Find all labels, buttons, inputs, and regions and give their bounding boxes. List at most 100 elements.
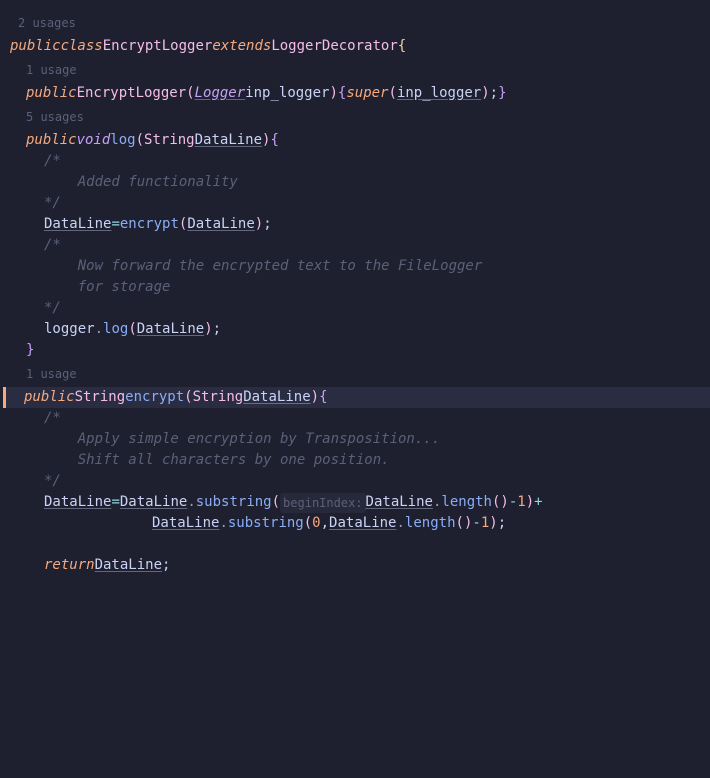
usage-hint: 1 usage	[8, 361, 710, 387]
var: DataLine	[95, 555, 162, 576]
field-ref: logger	[44, 319, 95, 340]
code-line[interactable]: }	[8, 340, 710, 361]
superclass-name: LoggerDecorator	[271, 36, 397, 57]
paren-open: (	[492, 492, 500, 513]
code-line[interactable]: DataLine = encrypt(DataLine);	[8, 214, 710, 235]
brace-close: }	[26, 340, 34, 361]
minus: -	[509, 492, 517, 513]
semicolon: ;	[213, 319, 221, 340]
assign: =	[111, 214, 119, 235]
param-hint: beginIndex:	[280, 493, 365, 513]
keyword-return: return	[44, 555, 95, 576]
paren-close: )	[500, 492, 508, 513]
keyword-public: public	[26, 130, 77, 151]
dot: .	[396, 513, 404, 534]
comment-line: /*	[8, 151, 710, 172]
comma: ,	[321, 513, 329, 534]
code-line[interactable]: public EncryptLogger(Logger inp_logger) …	[8, 83, 710, 104]
method-call: substring	[228, 513, 304, 534]
paren-open: (	[128, 319, 136, 340]
plus: +	[534, 492, 542, 513]
arg: DataLine	[187, 214, 254, 235]
comment-line: /*	[8, 408, 710, 429]
number: 1	[481, 513, 489, 534]
code-line-current[interactable]: public String encrypt(String DataLine) {	[3, 387, 710, 408]
var: DataLine	[152, 513, 219, 534]
number: 0	[312, 513, 320, 534]
semicolon: ;	[263, 214, 271, 235]
paren-close: )	[481, 83, 489, 104]
comment-line: */	[8, 471, 710, 492]
comment-line: /*	[8, 235, 710, 256]
method-call: length	[441, 492, 492, 513]
paren-open: (	[389, 83, 397, 104]
paren-open: (	[179, 214, 187, 235]
minus: -	[472, 513, 480, 534]
dot: .	[219, 513, 227, 534]
paren-open: (	[304, 513, 312, 534]
code-line[interactable]: DataLine.substring(0, DataLine.length() …	[8, 513, 710, 534]
number: 1	[517, 492, 525, 513]
class-name: EncryptLogger	[103, 36, 213, 57]
usage-hint: 5 usages	[8, 104, 710, 130]
blank-line	[8, 534, 710, 555]
brace-open: {	[338, 83, 346, 104]
paren-open: (	[456, 513, 464, 534]
brace-close: }	[498, 83, 506, 104]
comment-line: Added functionality	[8, 172, 710, 193]
paren-open: (	[272, 492, 280, 513]
paren-close: )	[526, 492, 534, 513]
assign: =	[111, 492, 119, 513]
return-type: String	[75, 387, 126, 408]
comment-line: */	[8, 193, 710, 214]
usage-hint: 2 usages	[8, 10, 710, 36]
semicolon: ;	[162, 555, 170, 576]
paren-close: )	[311, 387, 319, 408]
method-call: log	[103, 319, 128, 340]
arg: DataLine	[137, 319, 204, 340]
var: DataLine	[366, 492, 433, 513]
code-line[interactable]: public class EncryptLogger extends Logge…	[8, 36, 710, 57]
var: DataLine	[120, 492, 187, 513]
code-line[interactable]: public void log(String DataLine) {	[8, 130, 710, 151]
method-call: substring	[196, 492, 272, 513]
comment-line: */	[8, 298, 710, 319]
method-name: encrypt	[125, 387, 184, 408]
semicolon: ;	[498, 513, 506, 534]
paren-close: )	[464, 513, 472, 534]
var: DataLine	[329, 513, 396, 534]
dot: .	[95, 319, 103, 340]
paren-close: )	[204, 319, 212, 340]
method-call: encrypt	[120, 214, 179, 235]
brace-open: {	[398, 36, 406, 57]
keyword-public: public	[26, 83, 77, 104]
code-editor[interactable]: 2 usages public class EncryptLogger exte…	[0, 0, 710, 586]
param-name: DataLine	[195, 130, 262, 151]
param-name: DataLine	[243, 387, 310, 408]
brace-open: {	[270, 130, 278, 151]
paren-open: (	[136, 130, 144, 151]
paren-close: )	[262, 130, 270, 151]
param-type: String	[144, 130, 195, 151]
code-line[interactable]: logger.log(DataLine);	[8, 319, 710, 340]
semicolon: ;	[490, 83, 498, 104]
return-type: void	[77, 130, 111, 151]
param-type: Logger	[195, 83, 246, 104]
comment-line: for storage	[8, 277, 710, 298]
code-line[interactable]: DataLine = DataLine.substring( beginInde…	[8, 492, 710, 513]
keyword-public: public	[10, 36, 61, 57]
comment-line: Now forward the encrypted text to the Fi…	[8, 256, 710, 277]
var: DataLine	[44, 492, 111, 513]
comment-line: Shift all characters by one position.	[8, 450, 710, 471]
comment-line: Apply simple encryption by Transposition…	[8, 429, 710, 450]
keyword-super: super	[346, 83, 388, 104]
code-line[interactable]: return DataLine;	[8, 555, 710, 576]
keyword-class: class	[61, 36, 103, 57]
method-name: log	[110, 130, 135, 151]
usage-hint: 1 usage	[8, 57, 710, 83]
brace-open: {	[319, 387, 327, 408]
paren-close: )	[255, 214, 263, 235]
arg: inp_logger	[397, 83, 481, 104]
keyword-public: public	[24, 387, 75, 408]
param-type: String	[193, 387, 244, 408]
